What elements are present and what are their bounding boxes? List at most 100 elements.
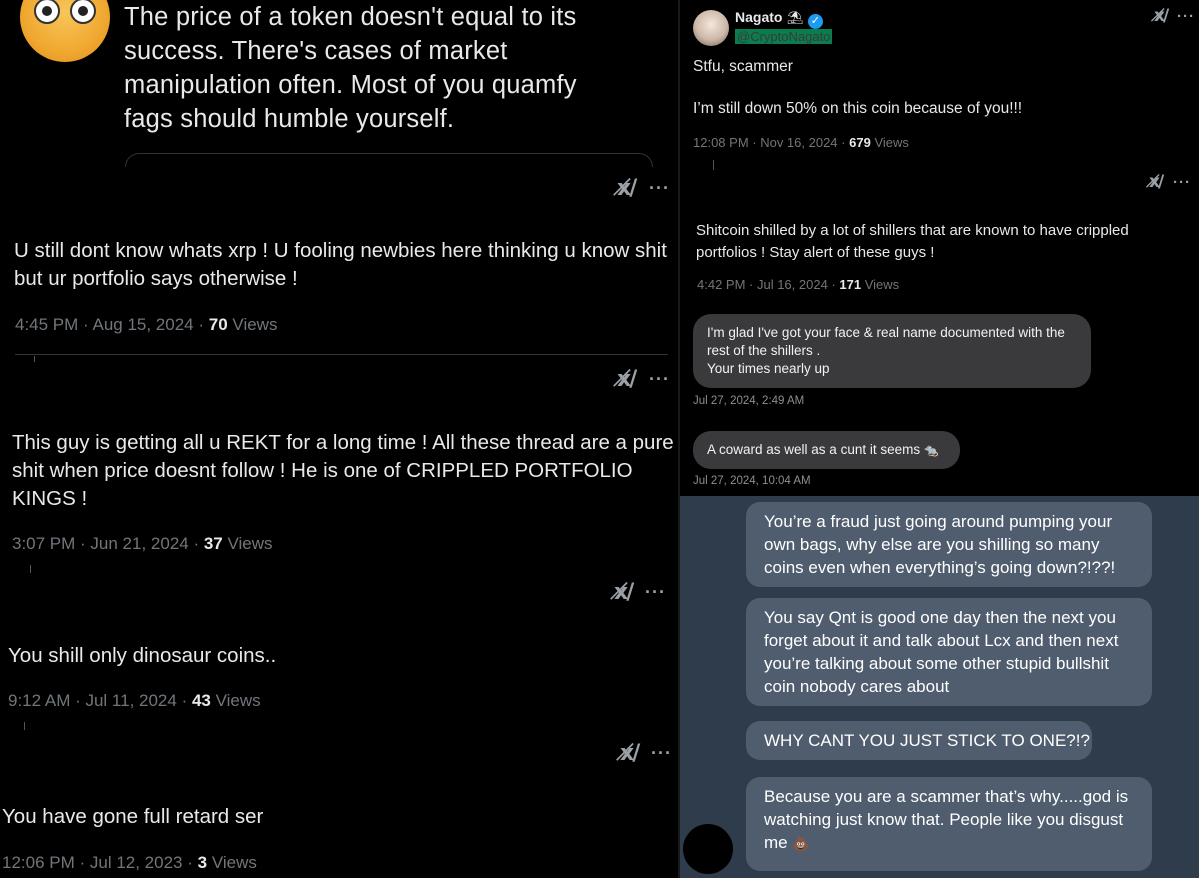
reply-text: U still dont know whats xrp ! U fooling … [14,237,674,293]
reply-timestamp[interactable]: 12:06 PM · Jul 12, 2023 · 3 Views [2,853,257,873]
chat-line: me [764,833,788,852]
grok-icon[interactable]: x̸/ [617,176,637,201]
top-post-line: success. There's cases of market [124,37,508,65]
thread-line [24,722,25,730]
views-label: Views [864,277,900,292]
chat-message[interactable]: You’re a fraud just going around pumping… [746,502,1152,587]
time-label[interactable]: 12:08 PM · Nov 16, 2024 · [693,135,845,150]
chat-line: You say Qnt is good one day then the nex… [764,608,1116,627]
author-handle[interactable]: @CryptoNagato [735,29,833,44]
chat-message[interactable]: WHY CANT YOU JUST STICK TO ONE?!? [746,721,1092,760]
reply-text: You have gone full retard ser [2,803,662,831]
time-label[interactable]: 4:42 PM · Jul 16, 2024 · [697,277,836,292]
dm-message[interactable]: I'm glad I've got your face & real name … [693,314,1091,388]
chat-line: WHY CANT YOU JUST STICK TO ONE?!? [764,731,1090,750]
time-label[interactable]: 12:06 PM · Jul 12, 2023 · [2,853,193,872]
chat-line: Because you are a scammer that’s why....… [764,787,1129,806]
reply-timestamp[interactable]: 4:45 PM · Aug 15, 2024 · 70 Views [15,315,277,335]
telegram-chat: You’re a fraud just going around pumping… [680,496,1199,878]
thread-line [34,356,35,362]
post-line: I’m still down 50% on this coin because … [693,100,1023,117]
more-icon[interactable]: ··· [1177,8,1195,25]
views-count: 171 [839,277,862,292]
views-label: Views [215,691,261,710]
verified-icon: ✓ [807,14,823,29]
more-icon[interactable]: ··· [649,369,670,390]
reply-line: This guy is getting all u REKT for a lon… [12,431,674,454]
chat-line: coin nobody cares about [764,677,950,696]
views-label: Views [232,315,278,334]
dm-line: Your times nearly up [707,361,830,376]
quote-card-edge [125,153,653,167]
post-line: Shitcoin shilled by a lot of shillers th… [696,222,1129,239]
reply-timestamp[interactable]: 9:12 AM · Jul 11, 2024 · 43 Views [8,691,261,711]
chat-line: forget about it and talk about Lcx and t… [764,631,1119,650]
umbrella-icon: ⛱ [786,10,804,25]
more-icon[interactable]: ··· [645,582,666,603]
views-label: Views [874,135,909,150]
time-label[interactable]: 4:45 PM · Aug 15, 2024 · [15,315,204,334]
post-line: portfolios ! Stay alert of these guys ! [696,243,935,261]
poop-icon: 💩 [792,835,810,851]
chat-message[interactable]: Because you are a scammer that’s why....… [746,777,1152,871]
post-line: Stfu, scammer [693,58,793,75]
reply-text: You shill only dinosaur coins.. [8,642,668,670]
more-icon[interactable]: ··· [649,178,670,199]
reply-line: U still dont know whats xrp ! U fooling … [14,239,667,262]
chat-line: own bags, why else are you shilling so m… [764,535,1100,554]
rat-icon: 🐀 [923,443,939,457]
dm-timestamp: Jul 27, 2024, 2:49 AM [693,395,805,407]
top-post-line: manipulation often. Most of you quamfy [124,71,577,99]
grok-icon[interactable]: x̸/ [617,367,637,392]
grok-icon[interactable]: x̸/ [620,741,640,766]
chat-line: you’re talking about some other stupid b… [764,654,1109,673]
views-label: Views [227,534,273,553]
eye-left [34,0,60,24]
reply-line: but ur portfolio says otherwise ! [14,267,298,290]
time-label[interactable]: 9:12 AM · Jul 11, 2024 · [8,691,187,710]
top-post-text: The price of a token doesn't equal to it… [124,0,674,136]
views-count: 37 [203,534,223,553]
author-row: Nagato ⛱ ✓ [735,9,823,29]
grok-icon[interactable]: x̸/ [614,580,634,605]
thread-line [30,565,31,573]
views-label: Views [211,853,257,872]
dm-line: A coward as well as a cunt it seems [707,442,921,457]
views-count: 3 [197,853,208,872]
dm-line: rest of the shillers . [707,343,821,358]
author-name[interactable]: Nagato [735,9,782,25]
left-column: The price of a token doesn't equal to it… [0,0,680,878]
views-count: 679 [849,135,871,150]
handle-row: @CryptoNagato [735,28,833,46]
eye-right [70,0,96,24]
thread-line [713,160,714,170]
reply-text: This guy is getting all u REKT for a lon… [12,429,677,513]
divider [15,354,668,355]
dm-message[interactable]: A coward as well as a cunt it seems 🐀 [693,431,960,469]
more-icon[interactable]: ··· [651,743,672,764]
grok-icon[interactable]: x̸/ [1149,172,1164,192]
views-count: 43 [191,691,211,710]
post-text: Shitcoin shilled by a lot of shillers th… [696,220,1191,263]
top-post-line: The price of a token doesn't equal to it… [124,3,577,31]
chat-line: You’re a fraud just going around pumping… [764,512,1113,531]
top-post-line: fags should humble yourself. [124,105,455,133]
time-label[interactable]: 3:07 PM · Jun 21, 2024 · [12,534,199,553]
reply-line: shit when price doesnt follow ! He is on… [12,459,633,482]
reply-timestamp[interactable]: 3:07 PM · Jun 21, 2024 · 37 Views [12,534,273,554]
reply-line: You shill only dinosaur coins.. [8,644,277,667]
dm-line: I'm glad I've got your face & real name … [707,325,1065,340]
post-timestamp[interactable]: 4:42 PM · Jul 16, 2024 · 171 Views [697,277,899,292]
more-icon[interactable]: ··· [1173,174,1191,191]
avatar[interactable] [693,10,729,46]
reply-line: KINGS ! [12,487,88,510]
views-count: 70 [208,315,228,334]
chat-line: coins even when everything’s going down?… [764,558,1116,577]
grok-icon[interactable]: x̸/ [1154,6,1169,26]
avatar[interactable] [683,824,733,874]
reply-line: You have gone full retard ser [2,805,264,828]
post-timestamp[interactable]: 12:08 PM · Nov 16, 2024 · 679 Views [693,135,909,150]
chat-message[interactable]: You say Qnt is good one day then the nex… [746,598,1152,706]
chat-line: watching just know that. People like you… [764,810,1124,829]
dm-timestamp: Jul 27, 2024, 10:04 AM [693,475,811,487]
